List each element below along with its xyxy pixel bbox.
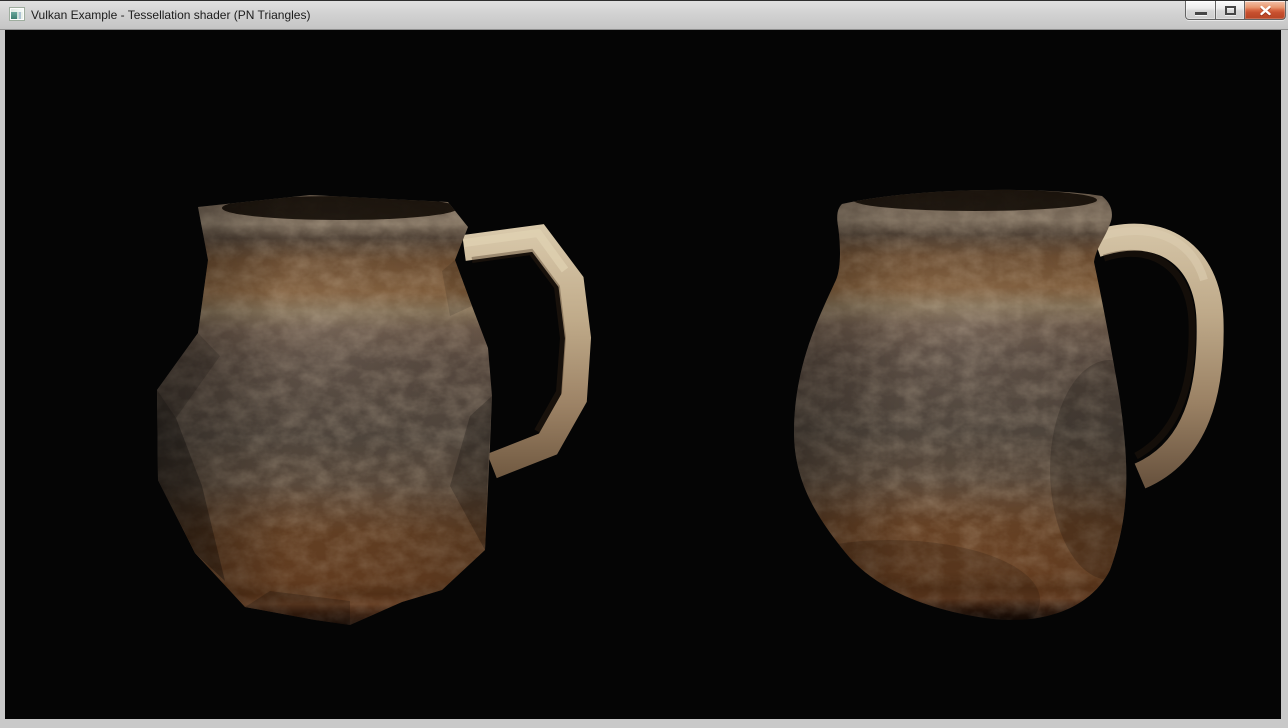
minimize-button[interactable] [1185,1,1216,20]
minimize-icon [1195,12,1207,15]
window-title: Vulkan Example - Tessellation shader (PN… [31,7,310,23]
jug-tessellated [780,180,1240,640]
jug-low-poly [150,186,600,641]
window-controls [1185,1,1286,20]
maximize-button[interactable] [1215,1,1245,20]
close-icon [1259,5,1272,16]
render-viewport[interactable] [5,30,1281,719]
maximize-icon [1225,6,1236,15]
titlebar[interactable]: Vulkan Example - Tessellation shader (PN… [0,1,1288,30]
app-icon[interactable] [9,7,25,21]
app-icon-detail [17,12,23,19]
close-button[interactable] [1244,1,1286,20]
app-window: Vulkan Example - Tessellation shader (PN… [0,0,1288,728]
